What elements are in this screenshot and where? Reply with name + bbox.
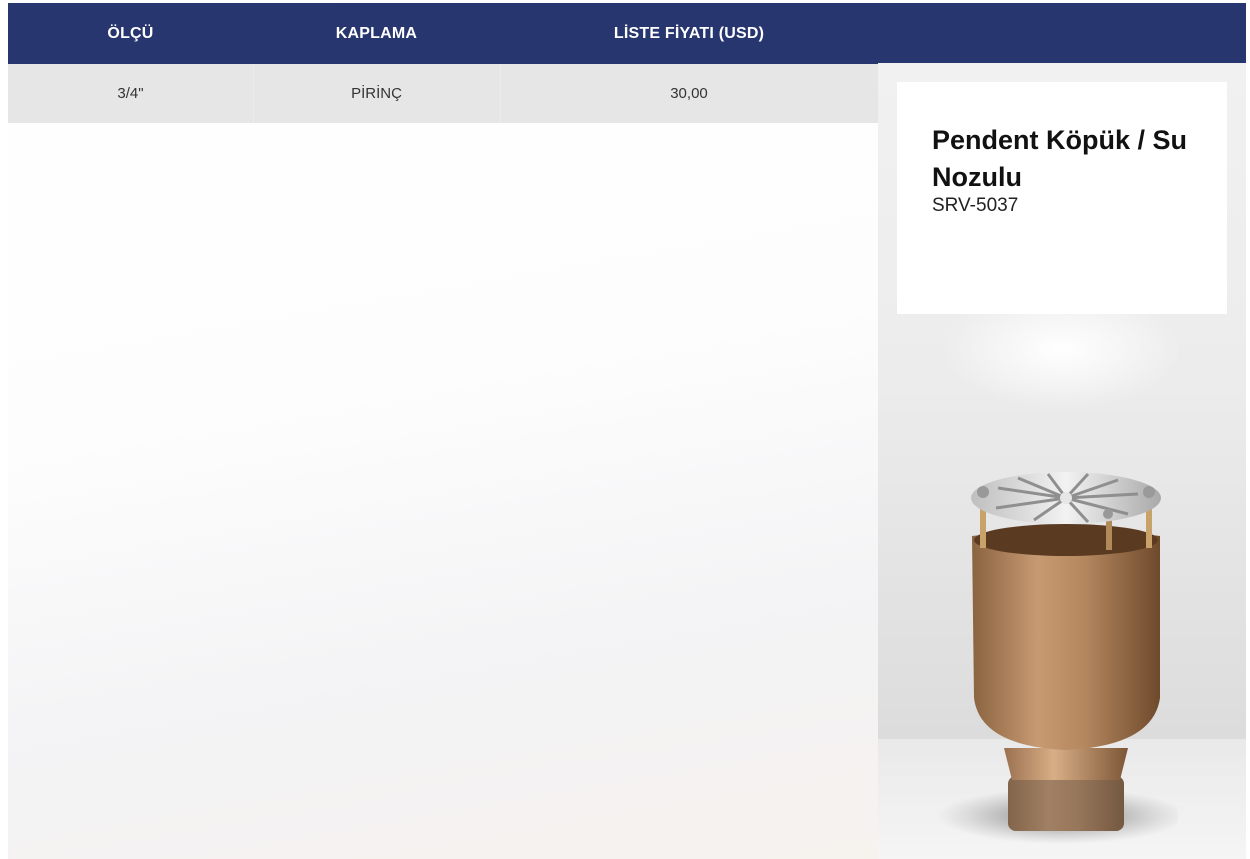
header-size: ÖLÇÜ	[107, 24, 154, 42]
foam-water-nozzle-image	[938, 472, 1178, 844]
column-divider	[500, 64, 501, 123]
side-header-bar	[875, 3, 1246, 63]
product-side-panel: Pendent Köpük / Su Nozulu SRV-5037	[878, 63, 1246, 859]
column-divider	[253, 64, 254, 123]
product-title-card: Pendent Köpük / Su Nozulu SRV-5037	[897, 82, 1227, 314]
page-background	[8, 0, 878, 859]
header-finish: KAPLAMA	[335, 24, 418, 42]
product-code: SRV-5037	[932, 195, 1019, 216]
table-row: 3/4" PİRİNÇ 30,00	[8, 64, 878, 123]
cell-size: 3/4"	[117, 85, 144, 102]
price-table-header: ÖLÇÜ KAPLAMA LİSTE FİYATI (USD)	[8, 3, 878, 64]
cell-finish: PİRİNÇ	[351, 85, 402, 102]
product-name: Pendent Köpük / Su Nozulu	[932, 125, 1188, 192]
header-list-price: LİSTE FİYATI (USD)	[613, 24, 765, 42]
cell-list-price: 30,00	[670, 85, 708, 102]
